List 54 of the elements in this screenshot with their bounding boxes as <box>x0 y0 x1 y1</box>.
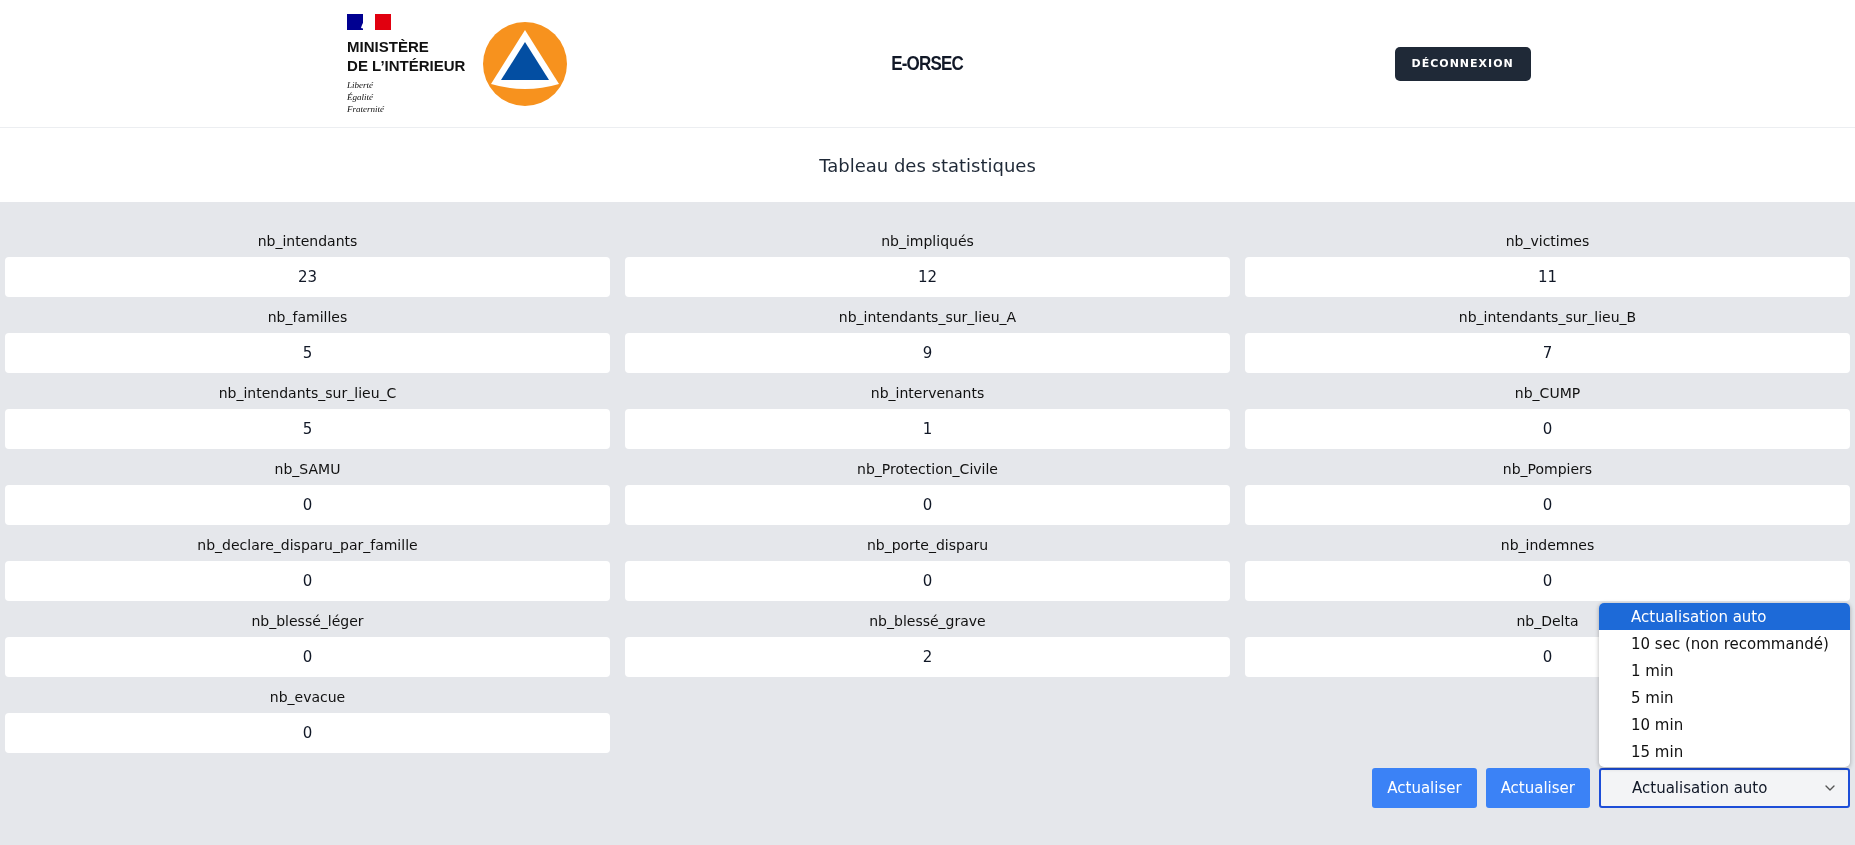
emblem-icon <box>483 21 568 106</box>
stat-value: 5 <box>5 409 610 449</box>
stat-label: nb_intendants_sur_lieu_A <box>838 308 1017 327</box>
flag-icon <box>347 13 392 30</box>
stat-label: nb_SAMU <box>274 460 341 479</box>
stat-value: 0 <box>5 485 610 525</box>
refresh-select[interactable]: Actualisation auto <box>1599 768 1850 808</box>
stat-label: nb_impliqués <box>881 232 974 251</box>
stat-value: 0 <box>625 485 1230 525</box>
stat-value: 5 <box>5 333 610 373</box>
stat-label: nb_blessé_grave <box>869 612 986 631</box>
stat-label: nb_intendants_sur_lieu_C <box>218 384 397 403</box>
stat-value: 0 <box>1245 409 1850 449</box>
stat-value: 7 <box>1245 333 1850 373</box>
dropdown-option[interactable]: 15 min <box>1599 738 1850 765</box>
motto-text: Égalité <box>347 91 375 102</box>
stat-value: 0 <box>5 561 610 601</box>
stat-value: 12 <box>625 257 1230 297</box>
stat-label: nb_porte_disparu <box>866 536 989 555</box>
stat-value: 2 <box>625 637 1230 677</box>
stat-value: 0 <box>5 713 610 753</box>
stat-label: nb_Pompiers <box>1502 460 1593 479</box>
stat-label: nb_intendants_sur_lieu_B <box>1458 308 1637 327</box>
refresh-button[interactable]: Actualiser <box>1485 768 1590 808</box>
motto-text: Fraternité <box>347 103 386 114</box>
stat-label: nb_declare_disparu_par_famille <box>197 536 418 555</box>
dropdown-option[interactable]: Actualisation auto <box>1599 603 1850 630</box>
stat-value: 11 <box>1245 257 1850 297</box>
stat-label: nb_intervenants <box>870 384 985 403</box>
page-title: Tableau des statistiques <box>819 154 1036 176</box>
dropdown-option[interactable]: 10 min <box>1599 711 1850 738</box>
stat-value: 0 <box>1245 561 1850 601</box>
stat-label: nb_Protection_Civile <box>857 460 998 479</box>
stat-value: 0 <box>1245 485 1850 525</box>
motto-text: Liberté <box>347 79 375 90</box>
stat-label: nb_familles <box>267 308 348 327</box>
stat-label: nb_victimes <box>1505 232 1590 251</box>
stat-value: 9 <box>625 333 1230 373</box>
refresh-button[interactable]: Actualiser <box>1372 768 1477 808</box>
ministry-name: MINISTÈRE <box>347 37 430 55</box>
stat-label: nb_Delta <box>1516 612 1579 631</box>
stat-value: 23 <box>5 257 610 297</box>
stat-value: 1 <box>625 409 1230 449</box>
stat-value: 0 <box>625 561 1230 601</box>
logout-button[interactable]: DÉCONNEXION <box>1394 46 1531 81</box>
dropdown-option[interactable]: 5 min <box>1599 684 1850 711</box>
stat-value: 0 <box>5 637 610 677</box>
site-title: E-ORSEC <box>891 52 964 75</box>
stat-label: nb_intendants <box>257 232 358 251</box>
stat-label: nb_indemnes <box>1500 536 1595 555</box>
stat-label: nb_evacue <box>269 688 346 707</box>
stat-label: nb_CUMP <box>1514 384 1581 403</box>
stat-label: nb_blessé_léger <box>251 612 364 631</box>
ministry-name: DE L’INTÉRIEUR <box>347 56 466 74</box>
